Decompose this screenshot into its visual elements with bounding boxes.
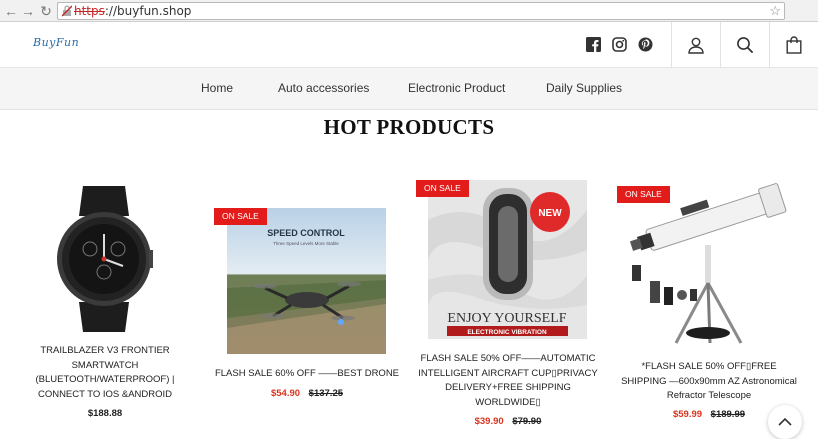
on-sale-badge: ON SALE [617, 186, 670, 203]
cup-image-caption: ENJOY YOURSELF [447, 311, 566, 326]
url-scheme: https [74, 4, 105, 18]
drone-image-subcaption: Three Speed Levels More Stable [273, 241, 339, 246]
chevron-up-icon [778, 417, 792, 426]
product-price: $54.90 $137.25 [213, 388, 401, 399]
account-button[interactable] [671, 22, 720, 68]
product-title[interactable]: FLASH SALE 60% OFF ——BEST DRONE [213, 367, 401, 382]
drone-image-caption: SPEED CONTROL [267, 228, 345, 238]
cup-new-label: NEW [538, 208, 562, 219]
instagram-icon[interactable] [612, 37, 627, 52]
insecure-lock-icon [62, 5, 72, 17]
reload-icon[interactable]: ↻ [37, 2, 55, 20]
sale-price: $59.99 [672, 409, 703, 420]
original-price: $137.25 [308, 388, 344, 399]
regular-price: $188.88 [87, 408, 123, 419]
cup-image-subcaption: ELECTRONIC VIBRATION [467, 329, 547, 336]
cart-button[interactable] [769, 22, 818, 68]
sale-price: $39.90 [474, 416, 504, 427]
on-sale-badge: ON SALE [416, 180, 469, 197]
account-icon [688, 37, 704, 54]
original-price: $189.99 [710, 409, 746, 420]
product-image-smartwatch[interactable] [55, 186, 153, 332]
sale-price: $54.90 [270, 388, 301, 399]
product-image-drone[interactable]: SPEED CONTROL Three Speed Levels More St… [227, 208, 386, 354]
search-icon [737, 37, 754, 54]
search-button[interactable] [720, 22, 769, 68]
on-sale-badge: ON SALE [214, 208, 267, 225]
product-price: $188.88 [30, 408, 180, 419]
bookmark-star-icon[interactable]: ☆ [769, 3, 781, 19]
product-title[interactable]: FLASH SALE 50% OFF——AUTOMATIC INTELLIGEN… [418, 352, 598, 410]
section-title: HOT PRODUCTS [323, 115, 495, 139]
address-bar[interactable]: https://buyfun.shop ☆ [57, 2, 785, 20]
pinterest-icon[interactable] [638, 37, 653, 52]
nav-item-home[interactable]: Home [201, 81, 233, 95]
product-price: $39.90 $79.90 [418, 416, 598, 427]
nav-item-auto-accessories[interactable]: Auto accessories [278, 81, 369, 95]
product-image-cup[interactable]: NEW ENJOY YOURSELF ELECTRONIC VIBRATION [428, 180, 587, 339]
product-image-telescope[interactable] [626, 183, 788, 349]
browser-toolbar: ← → ↻ https://buyfun.shop ☆ [0, 0, 818, 22]
main-nav: Home Auto accessories Electronic Product… [0, 68, 818, 110]
url-host: ://buyfun.shop [104, 4, 192, 18]
url-text: https://buyfun.shop [74, 4, 191, 19]
site-logo[interactable]: BuyFun [33, 36, 79, 49]
original-price: $79.90 [512, 416, 542, 427]
back-to-top-button[interactable] [768, 405, 802, 439]
back-arrow-icon[interactable]: ← [2, 2, 20, 20]
product-title[interactable]: *FLASH SALE 50% OFF▯FREE SHIPPING —600x9… [620, 360, 798, 404]
nav-item-daily-supplies[interactable]: Daily Supplies [546, 81, 622, 95]
product-title[interactable]: TRAILBLAZER V3 FRONTIER SMARTWATCH (BLUE… [30, 344, 180, 402]
forward-arrow-icon[interactable]: → [19, 2, 37, 20]
site-header: BuyFun [0, 22, 818, 68]
nav-item-electronic-product[interactable]: Electronic Product [408, 81, 505, 95]
cart-icon [786, 36, 802, 54]
facebook-icon[interactable] [586, 37, 601, 52]
